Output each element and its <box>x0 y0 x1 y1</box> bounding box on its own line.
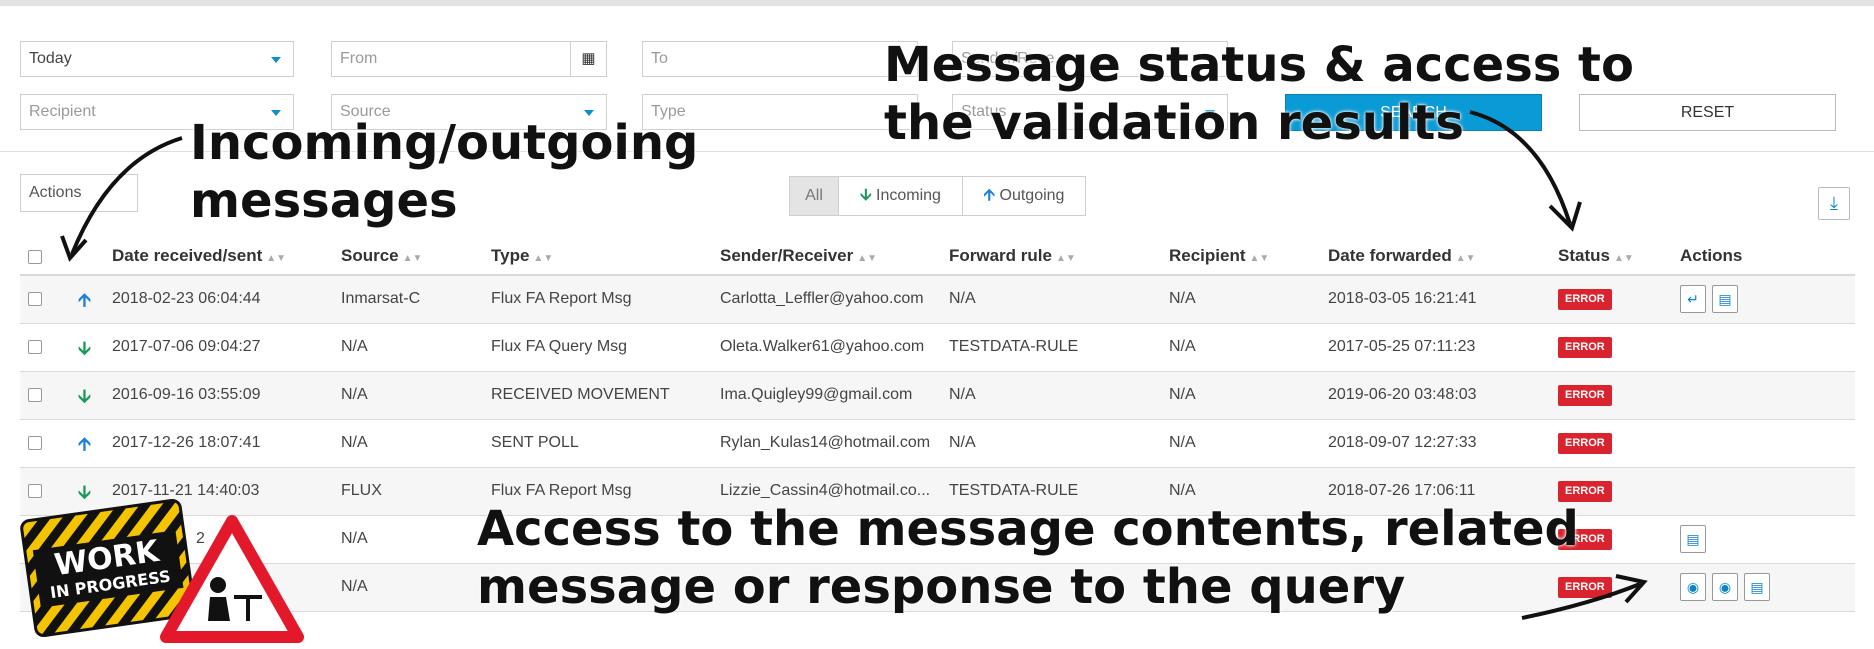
warning-triangle-icon <box>160 515 304 643</box>
annotation-contents: Access to the message contents, related … <box>477 501 1579 615</box>
annotation-direction: Incoming/outgoing messages <box>190 115 699 229</box>
annotation-status: Message status & access to the validatio… <box>884 37 1634 151</box>
